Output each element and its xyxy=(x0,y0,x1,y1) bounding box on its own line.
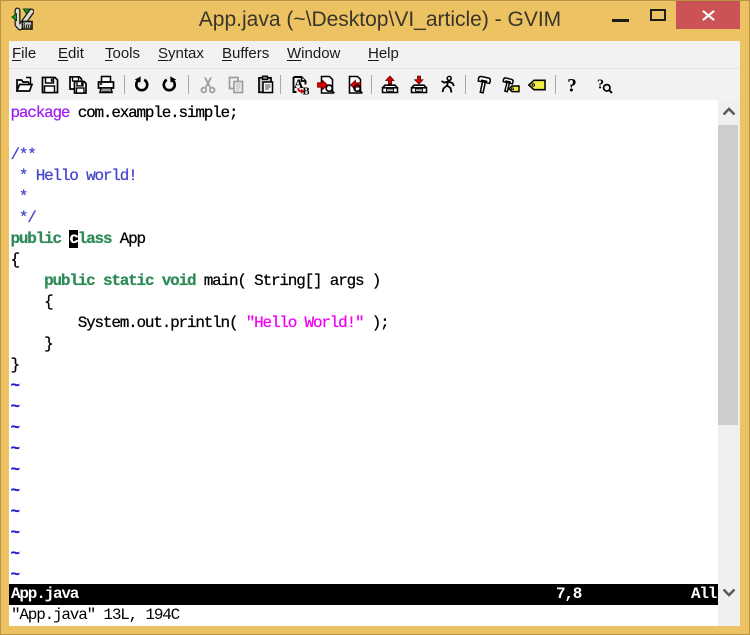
svg-text:B: B xyxy=(302,86,309,96)
svg-text:?: ? xyxy=(597,78,604,93)
svg-text:?: ? xyxy=(567,76,577,96)
